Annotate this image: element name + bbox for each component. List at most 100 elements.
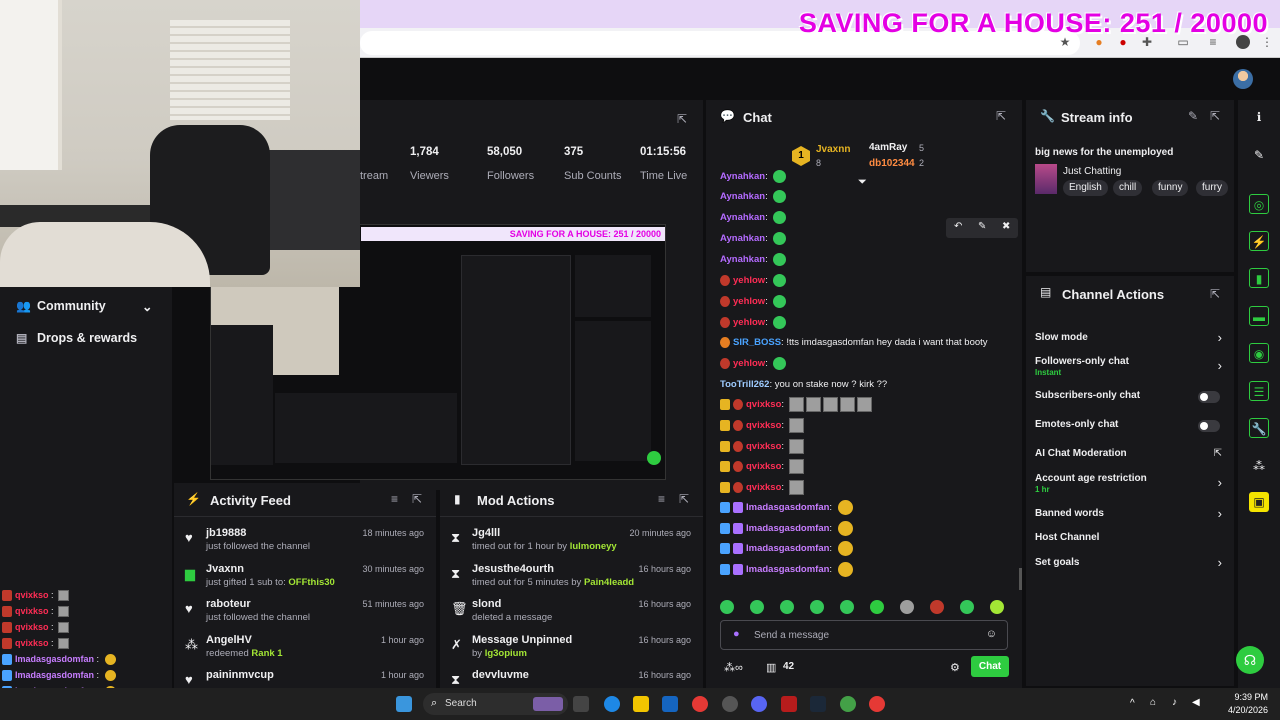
emote-icon[interactable] (773, 231, 787, 245)
edge-icon[interactable] (604, 696, 620, 712)
chat-message[interactable]: Imadasgasdomfan: (720, 520, 853, 538)
chat-message[interactable]: qvixkso: (720, 458, 804, 476)
chat-username[interactable]: Imadasgasdomfan (746, 502, 829, 513)
emote-icon[interactable] (856, 396, 872, 412)
chat-message[interactable]: Aynahkan: (720, 209, 787, 227)
emote-icon[interactable] (773, 252, 787, 266)
chat-icon[interactable]: ▬ (1249, 306, 1269, 326)
popout-icon[interactable]: ⇱ (677, 112, 687, 126)
mod-action-name[interactable]: Jesusthe4ourth (472, 563, 554, 575)
chevron-right-icon[interactable]: › (1218, 506, 1222, 521)
tag-furry[interactable]: furry (1196, 180, 1228, 196)
app-icon[interactable] (781, 696, 797, 712)
pin-icon[interactable]: ✎ (978, 221, 986, 232)
chat-message[interactable]: qvixkso: (720, 396, 872, 414)
chat-message[interactable]: yehlow: (720, 355, 787, 373)
leader-second-name[interactable]: 4amRay (869, 142, 907, 153)
emote-icon[interactable] (805, 396, 821, 412)
chat-message[interactable]: yehlow: (720, 314, 787, 332)
task-view-icon[interactable] (573, 696, 589, 712)
chat-message[interactable]: Imadasgasdomfan: (720, 561, 853, 579)
activity-row[interactable]: ♥ raboteur just followed the channel 51 min… (174, 594, 436, 630)
quick-emote-icon[interactable] (870, 600, 884, 614)
chat-username[interactable]: Aynahkan (720, 191, 765, 202)
channel-action-banned-words[interactable]: Banned words (1035, 508, 1225, 519)
quick-emote-icon[interactable] (750, 600, 764, 614)
activity-name[interactable]: jb19888 (206, 527, 246, 539)
clip-icon[interactable]: ▣ (1249, 492, 1269, 512)
activity-row[interactable]: ♥ jb19888 just followed the channel 18 minu… (174, 523, 436, 559)
chat-username[interactable]: Imadasgasdomfan (746, 523, 829, 534)
chat-username[interactable]: Aynahkan (720, 171, 765, 182)
collapse-icon[interactable]: ⏷ (858, 176, 867, 189)
chat-message[interactable]: qvixkso: (720, 438, 804, 456)
chat-message[interactable]: Imadasgasdomfan: (720, 499, 853, 517)
chat-send-button[interactable]: Chat (971, 656, 1009, 677)
chat-message[interactable]: qvixkso: (720, 417, 804, 435)
activity-name[interactable]: Jvaxnn (206, 563, 244, 575)
tag-english[interactable]: English (1063, 180, 1108, 196)
quick-emote-icon[interactable] (990, 600, 1004, 614)
reply-icon[interactable]: ↶ (954, 221, 962, 232)
chat-input[interactable]: ● Send a message ☺ (720, 620, 1008, 650)
file-explorer-icon[interactable] (633, 696, 649, 712)
taskbar-search[interactable]: ⌕ Search (423, 693, 568, 715)
popout-icon[interactable]: ⇱ (1210, 287, 1220, 301)
leader-third-name[interactable]: db102344 (869, 158, 915, 169)
chat-message[interactable]: qvixkso: (720, 479, 804, 497)
clock-date[interactable]: 4/20/2026 (1210, 705, 1268, 715)
filter-icon[interactable]: ≡ (658, 492, 665, 506)
chevron-right-icon[interactable]: › (1218, 555, 1222, 570)
chat-username[interactable]: yehlow (733, 358, 765, 369)
emote-icon[interactable] (837, 499, 853, 515)
card-icon[interactable]: ▮ (1249, 268, 1269, 288)
chat-username[interactable]: TooTrill262 (720, 379, 769, 390)
filter-icon[interactable]: ≡ (391, 492, 398, 506)
tag-chill[interactable]: chill (1113, 180, 1143, 196)
chevron-right-icon[interactable]: › (1218, 475, 1222, 490)
chrome-alt-icon[interactable] (840, 696, 856, 712)
emote-icon[interactable] (788, 417, 804, 433)
channel-action-host-channel[interactable]: Host Channel (1035, 532, 1225, 543)
activity-name[interactable]: paininmvcup (206, 669, 274, 681)
chat-scrollbar[interactable] (1019, 568, 1022, 590)
emote-icon[interactable] (773, 169, 787, 183)
emoji-icon[interactable]: ☺ (986, 628, 997, 640)
wrench-icon[interactable]: 🔧 (1249, 418, 1269, 438)
channel-action-emotes-only-chat[interactable]: Emotes-only chat (1035, 419, 1225, 430)
detail-highlight[interactable]: OFFthis30 (288, 577, 334, 588)
chat-message[interactable]: SIR_BOSS: !tts imdasgasdomfan hey dada i… (720, 334, 988, 352)
pen-icon[interactable]: ✎ (1249, 145, 1269, 165)
chat-username[interactable]: yehlow (733, 296, 765, 307)
detail-highlight[interactable]: lulmoneyy (570, 541, 617, 552)
detail-highlight[interactable]: lg3opium (485, 648, 527, 659)
points-icon[interactable]: ⁂ (1249, 456, 1269, 476)
chrome-icon[interactable] (692, 696, 708, 712)
emote-icon[interactable] (788, 438, 804, 454)
channel-action-set-goals[interactable]: Set goals (1035, 557, 1225, 568)
target-icon[interactable]: ◎ (1249, 194, 1269, 214)
nav-drops[interactable]: ▤ Drops & rewards (16, 331, 137, 345)
chat-message[interactable]: Aynahkan: (720, 188, 787, 206)
broadcast-icon[interactable]: ◉ (1249, 343, 1269, 363)
activity-row[interactable]: ⁂ AngelHV redeemed Rank 11 hour ago (174, 630, 436, 666)
chat-username[interactable]: qvixkso (746, 441, 781, 452)
emote-icon[interactable] (788, 396, 804, 412)
leader-first-name[interactable]: Jvaxnn (816, 144, 850, 155)
chat-username[interactable]: Aynahkan (720, 254, 765, 265)
channel-action-subscribers-only-chat[interactable]: Subscribers-only chat (1035, 390, 1225, 401)
steam-icon[interactable] (810, 696, 826, 712)
emote-icon[interactable] (773, 189, 787, 203)
emote-icon[interactable] (788, 458, 804, 474)
quick-emote-icon[interactable] (900, 600, 914, 614)
chat-message[interactable]: Imadasgasdomfan: (720, 540, 853, 558)
emote-icon[interactable] (837, 520, 853, 536)
emote-icon[interactable] (773, 273, 787, 287)
activity-row[interactable]: ▆ Jvaxnn just gifted 1 sub to: OFFthis30 30… (174, 559, 436, 595)
category-boxart[interactable] (1035, 164, 1057, 194)
popout-icon[interactable]: ⇱ (412, 492, 422, 506)
emote-icon[interactable] (788, 479, 804, 495)
chat-username[interactable]: Aynahkan (720, 212, 765, 223)
popout-icon[interactable]: ⇱ (996, 109, 1006, 123)
discord-icon[interactable] (751, 696, 767, 712)
